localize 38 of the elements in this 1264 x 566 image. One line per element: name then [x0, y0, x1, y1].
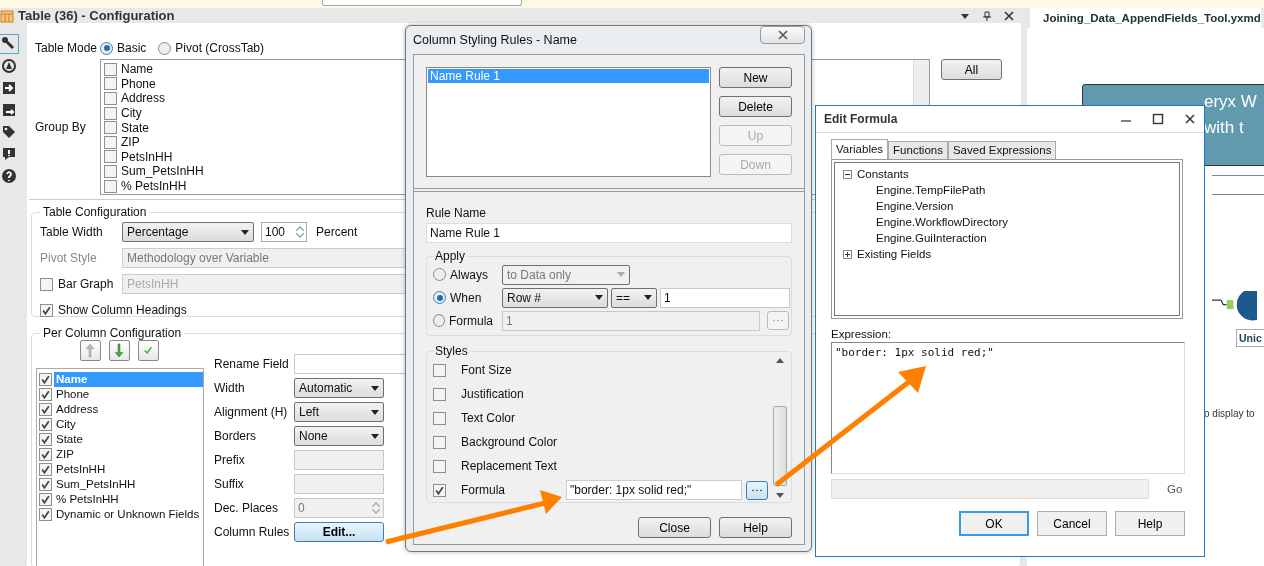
group-title: Styles	[434, 344, 469, 358]
checkbox-label: Background Color	[461, 435, 558, 449]
checkbox-label: Bar Graph	[58, 277, 114, 291]
group-title: Apply	[434, 249, 467, 263]
node-label: Unic	[1236, 329, 1264, 347]
field-label: Table Width	[40, 225, 104, 239]
radio-label: Basic	[117, 41, 147, 55]
checkbox-label: Text Color	[461, 411, 516, 425]
radio-label: Formula	[449, 313, 493, 328]
field-label: Suffix	[214, 477, 245, 491]
field-label: Expression:	[831, 328, 893, 340]
group-title: Table Configuration	[42, 205, 148, 219]
field-label: Rename Field	[214, 357, 290, 371]
checkbox-label: Font Size	[461, 363, 512, 377]
panel-title: Table (36) - Configuration	[18, 8, 175, 23]
field-label: Alignment (H)	[214, 405, 289, 419]
dialog-title: Column Styling Rules - Name	[413, 33, 577, 47]
checkbox-label: Show Column Headings	[58, 303, 187, 317]
radio-label: Pivot (CrossTab)	[175, 41, 265, 55]
field-label: Width	[214, 381, 246, 395]
field-label: Borders	[214, 429, 258, 443]
field-label: Dec. Places	[214, 501, 280, 515]
checkbox-label: Formula	[461, 483, 505, 497]
field-label: Prefix	[214, 453, 246, 467]
banner-text: eryx W	[1204, 91, 1257, 113]
group-title: Per Column Configuration	[42, 326, 183, 340]
field-label: Group By	[35, 120, 87, 134]
field-label: Rule Name	[426, 206, 488, 220]
checkbox-label: Replacement Text	[461, 459, 557, 473]
field-label: Table Mode	[35, 41, 99, 55]
field-label: Column Rules	[214, 525, 291, 539]
banner-text: with t	[1204, 117, 1244, 139]
checkbox-label: Justification	[461, 387, 524, 401]
dialog-title: Edit Formula	[824, 112, 898, 126]
radio-label: When	[450, 290, 482, 305]
field-label: Pivot Style	[40, 251, 98, 265]
radio-label: Always	[450, 267, 488, 282]
unit-label: Percent	[316, 225, 358, 239]
